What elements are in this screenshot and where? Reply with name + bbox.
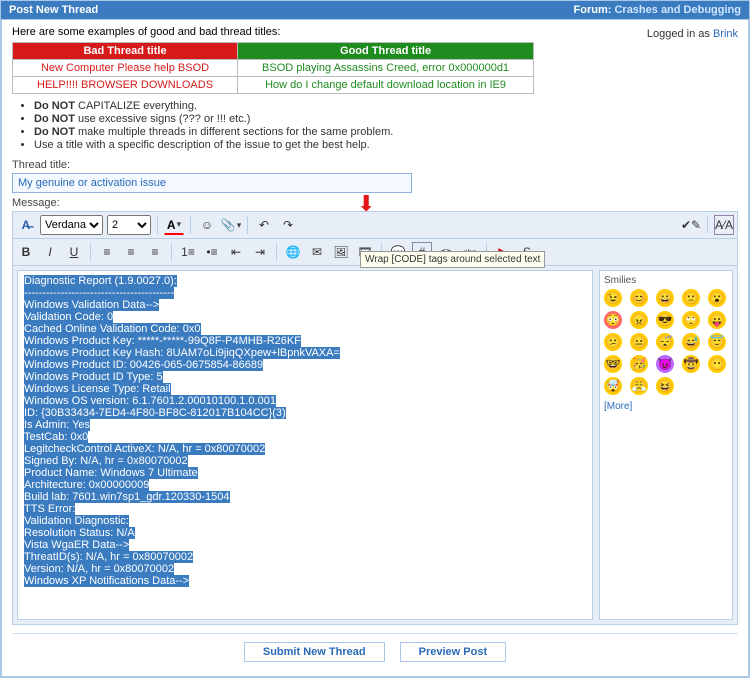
- page-title: Post New Thread: [9, 4, 98, 16]
- unordered-list-icon[interactable]: •≡: [202, 242, 222, 262]
- smiley-icon[interactable]: 🤓: [604, 355, 622, 373]
- smiley-icon[interactable]: 😮: [708, 289, 726, 307]
- smilies-grid: 😉 😊 😀 🙁 😮 😳 😠 😎 🙄 😛 😕 😐 😴 😅 😇 🤓 🥳 😈 🤠 😶 🤯 😤 😆: [604, 289, 728, 395]
- smiley-icon[interactable]: 🥳: [630, 355, 648, 373]
- thread-title-input[interactable]: [12, 173, 412, 193]
- smiley-icon[interactable]: 😠: [630, 311, 648, 329]
- smiley-icon[interactable]: 😈: [656, 355, 674, 373]
- attach-icon[interactable]: 📎: [221, 215, 241, 235]
- image-icon[interactable]: 🖼: [331, 242, 351, 262]
- smiley-icon[interactable]: 😛: [708, 311, 726, 329]
- title-bar: Post New Thread Forum: Crashes and Debug…: [1, 1, 749, 19]
- preview-post-button[interactable]: Preview Post: [400, 642, 506, 662]
- align-left-icon[interactable]: ≡: [97, 242, 117, 262]
- align-center-icon[interactable]: ≡: [121, 242, 141, 262]
- forum-link[interactable]: Crashes and Debugging: [614, 4, 741, 16]
- smiley-icon[interactable]: 😎: [656, 311, 674, 329]
- smilies-panel: Smilies 😉 😊 😀 🙁 😮 😳 😠 😎 🙄 😛 😕 😐 😴 😅 😇 🤓 🥳 😈 🤠 😶 🤯 😤 😆 [More]: [599, 270, 733, 620]
- thread-title-label: Thread title:: [12, 159, 738, 171]
- smiley-icon[interactable]: 🙁: [682, 289, 700, 307]
- font-family-select[interactable]: Verdana: [40, 215, 103, 235]
- bad-header: Bad Thread title: [13, 43, 238, 60]
- login-status: Logged in as Brink: [647, 24, 738, 40]
- indent-icon[interactable]: ⇥: [250, 242, 270, 262]
- redo-icon[interactable]: ↷: [278, 215, 298, 235]
- font-size-select[interactable]: 2: [107, 215, 151, 235]
- rules-list: Do NOT CAPITALIZE everything. Do NOT use…: [34, 100, 738, 151]
- smiley-icon[interactable]: 😆: [656, 377, 674, 395]
- list-item: Do NOT make multiple threads in differen…: [34, 126, 738, 138]
- table-row: HELP!!!! BROWSER DOWNLOADS How do I chan…: [13, 77, 534, 94]
- username-link[interactable]: Brink: [713, 28, 738, 40]
- italic-icon[interactable]: I: [40, 242, 60, 262]
- smiley-icon[interactable]: 🙄: [682, 311, 700, 329]
- remove-format-icon[interactable]: A̶: [16, 215, 36, 235]
- message-label: Message:: [12, 197, 738, 209]
- link-icon[interactable]: 🌐: [283, 242, 303, 262]
- forum-breadcrumb: Forum: Crashes and Debugging: [574, 4, 741, 16]
- smiley-icon[interactable]: ☺: [197, 215, 217, 235]
- smiley-icon[interactable]: 😐: [630, 333, 648, 351]
- list-item: Use a title with a specific description …: [34, 139, 738, 151]
- ordered-list-icon[interactable]: 1≡: [178, 242, 198, 262]
- more-smilies-link[interactable]: [More]: [604, 401, 632, 412]
- smiley-icon[interactable]: [682, 377, 700, 395]
- underline-icon[interactable]: U: [64, 242, 84, 262]
- switch-mode-icon[interactable]: A⁄A: [714, 215, 734, 235]
- smiley-icon[interactable]: 🤠: [682, 355, 700, 373]
- list-item: Do NOT CAPITALIZE everything.: [34, 100, 738, 112]
- smilies-label: Smilies: [604, 275, 728, 286]
- smiley-icon[interactable]: 😤: [630, 377, 648, 395]
- smiley-icon[interactable]: 😴: [656, 333, 674, 351]
- smiley-icon[interactable]: 😅: [682, 333, 700, 351]
- font-color-icon[interactable]: A: [164, 215, 184, 235]
- submit-row: Submit New Thread Preview Post: [12, 633, 738, 666]
- code-tooltip: Wrap [CODE] tags around selected text: [360, 251, 545, 268]
- submit-thread-button[interactable]: Submit New Thread: [244, 642, 385, 662]
- smiley-icon[interactable]: 😀: [656, 289, 674, 307]
- good-header: Good Thread title: [238, 43, 534, 60]
- smiley-icon[interactable]: 😳: [604, 311, 622, 329]
- smiley-icon[interactable]: [708, 377, 726, 395]
- smiley-icon[interactable]: 😊: [630, 289, 648, 307]
- smiley-icon[interactable]: 🤯: [604, 377, 622, 395]
- align-right-icon[interactable]: ≡: [145, 242, 165, 262]
- table-row: New Computer Please help BSOD BSOD playi…: [13, 60, 534, 77]
- examples-intro: Here are some examples of good and bad t…: [12, 26, 534, 38]
- unlink-icon[interactable]: ✉: [307, 242, 327, 262]
- smiley-icon[interactable]: 😶: [708, 355, 726, 373]
- undo-icon[interactable]: ↶: [254, 215, 274, 235]
- smiley-icon[interactable]: 😕: [604, 333, 622, 351]
- spellcheck-icon[interactable]: ✔✎: [681, 215, 701, 235]
- examples-table: Bad Thread title Good Thread title New C…: [12, 42, 534, 94]
- message-textarea[interactable]: Diagnostic Report (1.9.0027.0):---------…: [17, 270, 593, 620]
- outdent-icon[interactable]: ⇤: [226, 242, 246, 262]
- smiley-icon[interactable]: 😇: [708, 333, 726, 351]
- bold-icon[interactable]: B: [16, 242, 36, 262]
- editor-toolbar-row1: A̶ Verdana 2 A ☺ 📎 ↶ ↷ ✔✎ A⁄A: [12, 211, 738, 239]
- list-item: Do NOT use excessive signs (??? or !!! e…: [34, 113, 738, 125]
- smiley-icon[interactable]: 😉: [604, 289, 622, 307]
